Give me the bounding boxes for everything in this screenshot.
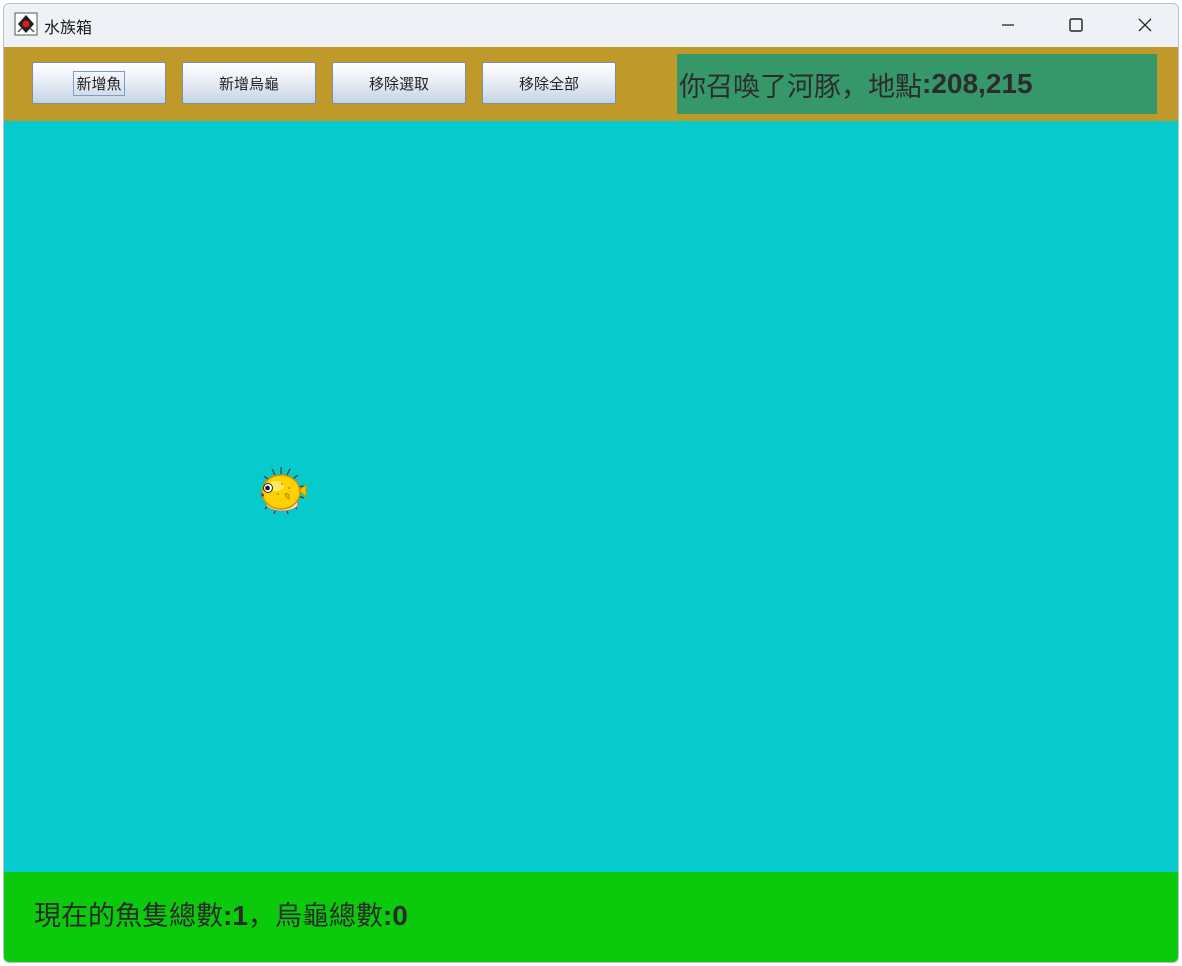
remove-all-label: 移除全部	[518, 74, 579, 93]
turtle-count-prefix: ，烏龜總數	[247, 901, 383, 932]
add-turtle-label: 新增烏龜	[218, 74, 279, 93]
fish-count-prefix: 現在的魚隻總數	[34, 901, 223, 932]
remove-selected-label: 移除選取	[368, 74, 429, 93]
message-prefix: 你召喚了河豚，地點	[679, 71, 922, 103]
add-turtle-button[interactable]: 新增烏龜	[182, 62, 316, 104]
turtle-count-value: :0	[382, 900, 408, 931]
pufferfish-sprite[interactable]	[252, 464, 310, 520]
remove-selected-button[interactable]: 移除選取	[332, 62, 466, 104]
pufferfish-icon	[260, 467, 307, 515]
add-fish-label: 新增魚	[73, 70, 125, 96]
add-fish-button[interactable]: 新增魚	[32, 62, 166, 104]
minimize-icon	[1002, 24, 1014, 26]
status-bar: 現在的魚隻總數:1，烏龜總數:0	[4, 872, 1178, 962]
java-app-icon	[14, 12, 38, 36]
title-bar[interactable]: 水族箱	[4, 4, 1178, 46]
app-window: 水族箱 新增魚 新增烏龜 移除選取 移除全部 你召喚了河豚，地點:208,21…	[3, 3, 1179, 963]
remove-all-button[interactable]: 移除全部	[482, 62, 616, 104]
aquarium-tank[interactable]	[4, 121, 1178, 872]
control-toolbar: 新增魚 新增烏龜 移除選取 移除全部 你召喚了河豚，地點:208,215	[4, 47, 1178, 121]
maximize-button[interactable]	[1048, 4, 1104, 46]
status-text: 現在的魚隻總數:1，烏龜總數:0	[34, 894, 408, 933]
fish-count-value: :1	[223, 900, 248, 931]
minimize-button[interactable]	[980, 4, 1036, 46]
close-button[interactable]	[1117, 4, 1173, 46]
maximize-icon	[1069, 18, 1083, 32]
message-panel: 你召喚了河豚，地點:208,215	[677, 54, 1157, 114]
window-title: 水族箱	[44, 18, 93, 37]
message-coords: :208,215	[922, 68, 1033, 99]
close-icon	[1138, 18, 1152, 32]
